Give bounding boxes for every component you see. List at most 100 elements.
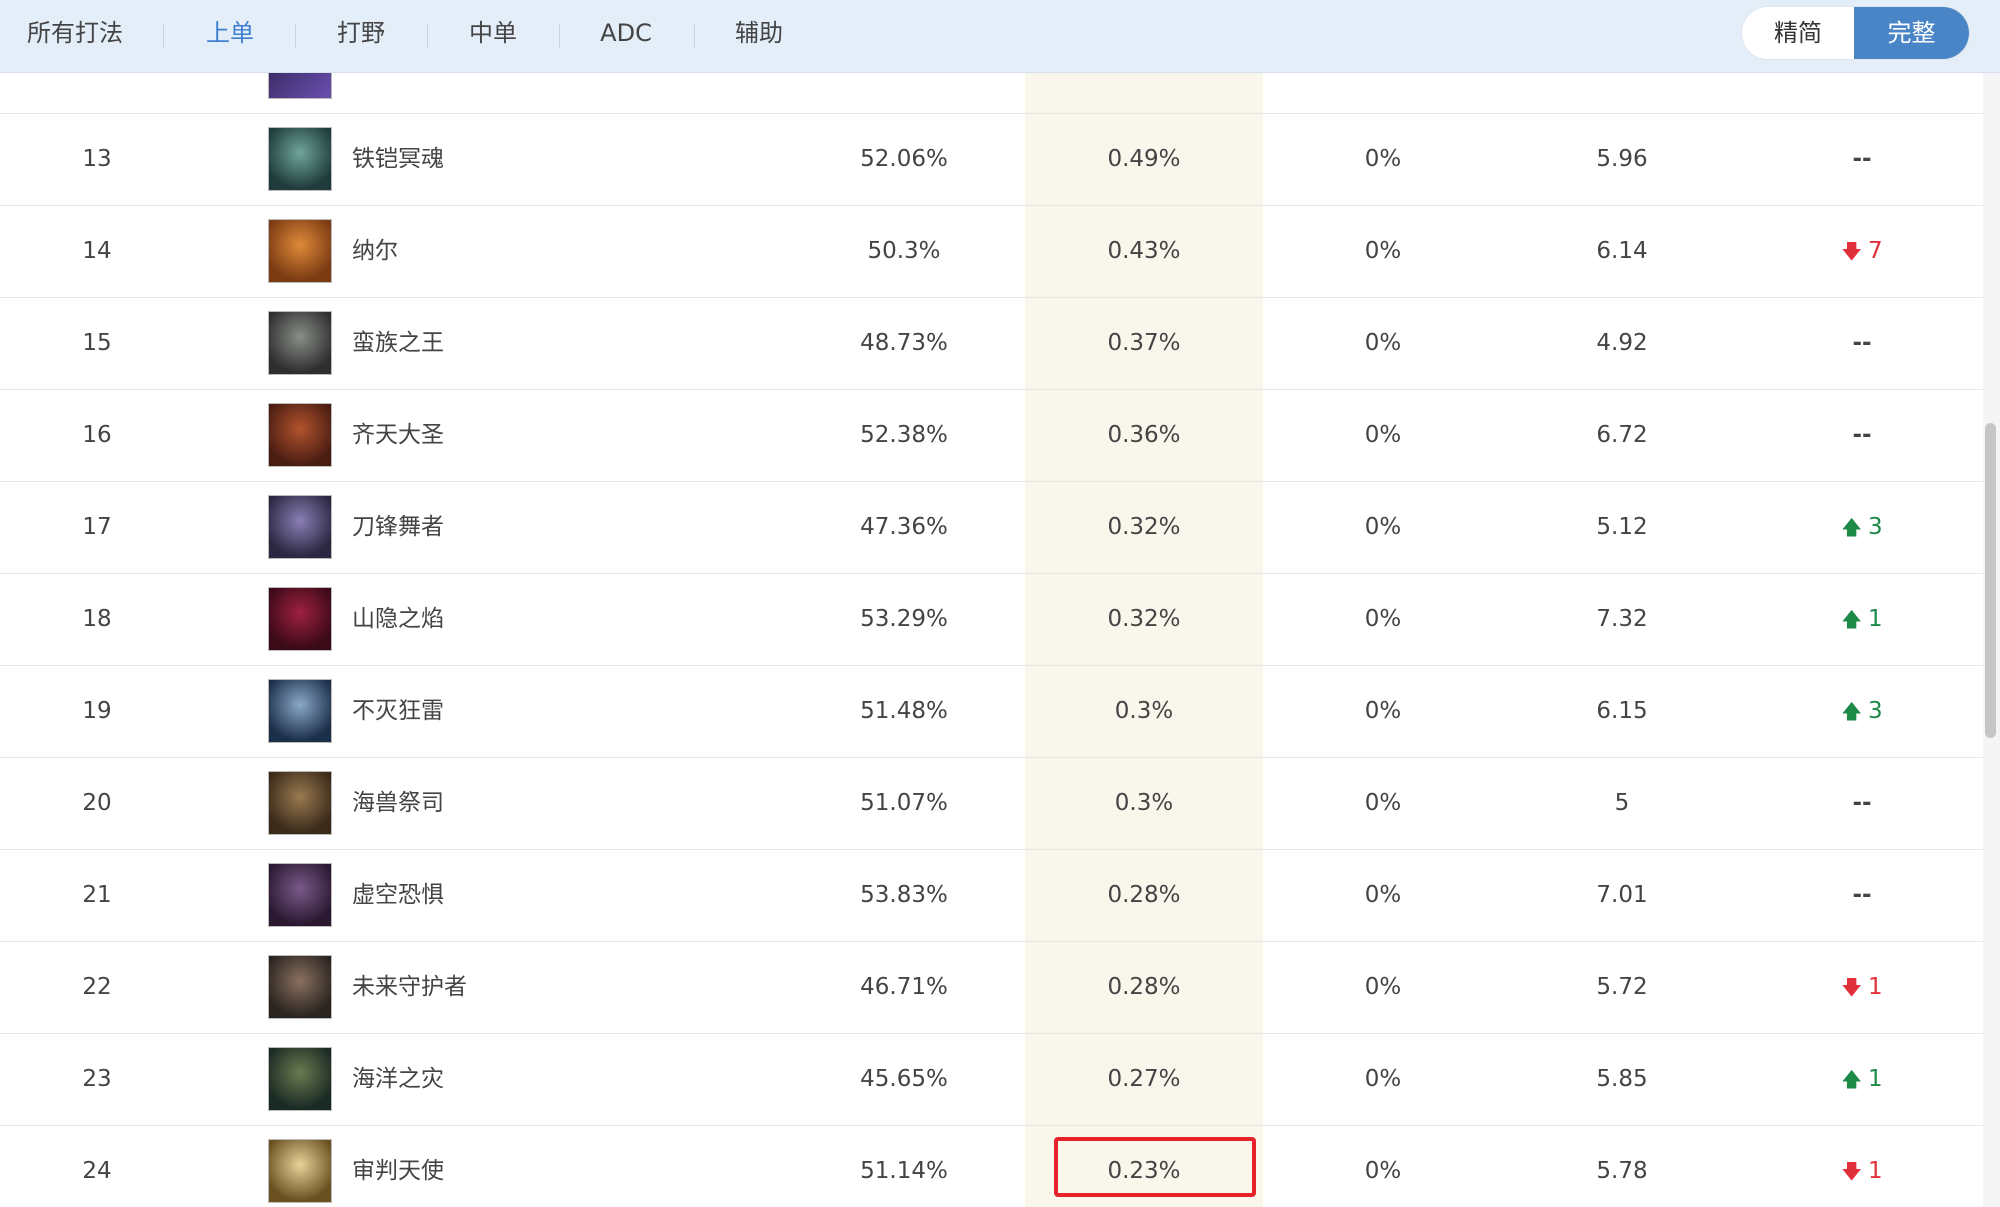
full-view-button[interactable]: 完整 bbox=[1854, 7, 1969, 59]
ban-rate-cell: 0% bbox=[1364, 698, 1402, 724]
ban-rate-cell: 0% bbox=[1364, 330, 1402, 356]
kda-cell: 6.72 bbox=[1596, 422, 1648, 448]
rank-cell: 20 bbox=[82, 790, 112, 816]
table-row[interactable]: 16 齐天大圣 52.38% 0.36% 0% 6.72 -- bbox=[0, 389, 1983, 482]
champion-name[interactable]: 不灭狂雷 bbox=[352, 665, 602, 757]
role-tab-bar: 所有打法 上单 打野 中单 ADC 辅助 精简 完整 bbox=[0, 0, 2000, 73]
pick-rate-cell: 0.43% bbox=[1107, 238, 1181, 264]
rank-change-cell: -- bbox=[1852, 146, 1872, 172]
ban-rate-cell: 0% bbox=[1364, 606, 1402, 632]
rank-change-cell: -- bbox=[1852, 330, 1872, 356]
win-rate-cell: 45.65% bbox=[860, 1066, 948, 1092]
champion-name[interactable]: 审判天使 bbox=[352, 1125, 602, 1207]
champion-name[interactable]: 蛮族之王 bbox=[352, 297, 602, 389]
champion-name[interactable]: 未来守护者 bbox=[352, 941, 602, 1033]
table-row[interactable]: 22 未来守护者 46.71% 0.28% 0% 5.72 🡇 1 bbox=[0, 941, 1983, 1034]
simple-view-button[interactable]: 精简 bbox=[1742, 7, 1854, 59]
rank-change-value: 1 bbox=[1867, 1066, 1883, 1092]
table-row[interactable]: 18 山隐之焰 53.29% 0.32% 0% 7.32 🡅 1 bbox=[0, 573, 1983, 666]
tab-divider bbox=[427, 24, 428, 48]
champion-avatar[interactable] bbox=[268, 1139, 332, 1203]
table-row[interactable]: 14 纳尔 50.3% 0.43% 0% 6.14 🡇 7 bbox=[0, 205, 1983, 298]
table-row[interactable]: 15 蛮族之王 48.73% 0.37% 0% 4.92 -- bbox=[0, 297, 1983, 390]
champion-name[interactable]: 纳尔 bbox=[352, 205, 602, 297]
champion-avatar[interactable] bbox=[268, 771, 332, 835]
win-rate-cell: 47.36% bbox=[860, 514, 948, 540]
table-row[interactable]: 20 海兽祭司 51.07% 0.3% 0% 5 -- bbox=[0, 757, 1983, 850]
pick-rate-cell: 0.27% bbox=[1107, 1066, 1181, 1092]
champion-name[interactable]: 山隐之焰 bbox=[352, 573, 602, 665]
champion-avatar[interactable] bbox=[268, 679, 332, 743]
champion-avatar[interactable] bbox=[268, 403, 332, 467]
ban-rate-cell: 0% bbox=[1364, 238, 1402, 264]
champion-avatar[interactable] bbox=[268, 495, 332, 559]
ban-rate-cell: 0% bbox=[1364, 1066, 1402, 1092]
table-row[interactable]: 19 不灭狂雷 51.48% 0.3% 0% 6.15 🡅 3 bbox=[0, 665, 1983, 758]
pick-rate-cell: 0.49% bbox=[1107, 146, 1181, 172]
table-row[interactable]: 21 虚空恐惧 53.83% 0.28% 0% 7.01 -- bbox=[0, 849, 1983, 942]
champion-name[interactable]: 虚空恐惧 bbox=[352, 849, 602, 941]
kda-cell: 5 bbox=[1614, 790, 1630, 816]
champion-avatar[interactable] bbox=[268, 1047, 332, 1111]
rank-cell: 14 bbox=[82, 238, 112, 264]
pick-rate-cell: 0.28% bbox=[1107, 882, 1181, 908]
champion-name[interactable]: 海洋之灾 bbox=[352, 1033, 602, 1125]
rank-change-value: 1 bbox=[1867, 974, 1883, 1000]
pick-rate-cell: 0.32% bbox=[1107, 606, 1181, 632]
kda-cell: 7.01 bbox=[1596, 882, 1648, 908]
arrow-down-icon: 🡇 bbox=[1841, 975, 1862, 999]
rank-change-cell: 🡇 7 bbox=[1762, 205, 1962, 297]
kda-cell: 5.85 bbox=[1596, 1066, 1648, 1092]
tab-mid[interactable]: 中单 bbox=[443, 0, 543, 72]
champion-avatar[interactable] bbox=[268, 127, 332, 191]
ban-rate-cell: 0% bbox=[1364, 422, 1402, 448]
champion-avatar[interactable] bbox=[268, 955, 332, 1019]
tab-jungle[interactable]: 打野 bbox=[311, 0, 411, 72]
scrollbar-thumb[interactable] bbox=[1985, 423, 1996, 738]
rank-cell: 15 bbox=[82, 330, 112, 356]
win-rate-cell: 51.14% bbox=[860, 1158, 948, 1184]
win-rate-cell: 51.48% bbox=[860, 698, 948, 724]
pick-rate-cell: 0.3% bbox=[1114, 790, 1174, 816]
kda-cell: 5.96 bbox=[1596, 146, 1648, 172]
win-rate-cell: 53.83% bbox=[860, 882, 948, 908]
pick-rate-cell: 0.36% bbox=[1107, 422, 1181, 448]
rank-change-value: 3 bbox=[1867, 514, 1883, 540]
ban-rate-cell: 0% bbox=[1364, 790, 1402, 816]
table-row[interactable]: 17 刀锋舞者 47.36% 0.32% 0% 5.12 🡅 3 bbox=[0, 481, 1983, 574]
champion-name[interactable]: 齐天大圣 bbox=[352, 389, 602, 481]
tab-divider bbox=[559, 24, 560, 48]
tab-all-roles[interactable]: 所有打法 bbox=[10, 0, 140, 72]
table-row[interactable]: 24 审判天使 51.14% 0.23% 0% 5.78 🡇 1 bbox=[0, 1125, 1983, 1207]
ban-rate-cell: 0% bbox=[1364, 974, 1402, 1000]
tab-support[interactable]: 辅助 bbox=[709, 0, 809, 72]
kda-cell: 5.12 bbox=[1596, 514, 1648, 540]
rank-change-cell: -- bbox=[1852, 882, 1872, 908]
table-row[interactable]: 23 海洋之灾 45.65% 0.27% 0% 5.85 🡅 1 bbox=[0, 1033, 1983, 1126]
ban-rate-cell: 0% bbox=[1364, 1158, 1402, 1184]
pick-rate-cell: 0.28% bbox=[1107, 974, 1181, 1000]
annotation-red-box bbox=[1054, 1137, 1256, 1197]
rank-change-cell: 🡇 1 bbox=[1762, 1125, 1962, 1207]
champion-avatar[interactable] bbox=[268, 311, 332, 375]
tab-adc[interactable]: ADC bbox=[576, 0, 676, 72]
champion-name[interactable]: 刀锋舞者 bbox=[352, 481, 602, 573]
champion-avatar[interactable] bbox=[268, 219, 332, 283]
rank-cell: 17 bbox=[82, 514, 112, 540]
ban-rate-cell: 0% bbox=[1364, 146, 1402, 172]
tab-top[interactable]: 上单 bbox=[180, 0, 280, 72]
champion-name[interactable]: 海兽祭司 bbox=[352, 757, 602, 849]
rank-change-cell: 🡅 3 bbox=[1762, 481, 1962, 573]
kda-cell: 6.15 bbox=[1596, 698, 1648, 724]
rank-cell: 21 bbox=[82, 882, 112, 908]
champion-avatar[interactable] bbox=[268, 863, 332, 927]
rank-cell: 13 bbox=[82, 146, 112, 172]
rank-cell: 22 bbox=[82, 974, 112, 1000]
rank-cell: 16 bbox=[82, 422, 112, 448]
tab-divider bbox=[295, 24, 296, 48]
champion-avatar[interactable] bbox=[268, 587, 332, 651]
champion-name[interactable]: 铁铠冥魂 bbox=[352, 113, 602, 205]
table-row[interactable]: 13 铁铠冥魂 52.06% 0.49% 0% 5.96 -- bbox=[0, 113, 1983, 206]
rank-change-cell: 🡅 3 bbox=[1762, 665, 1962, 757]
kda-cell: 5.72 bbox=[1596, 974, 1648, 1000]
